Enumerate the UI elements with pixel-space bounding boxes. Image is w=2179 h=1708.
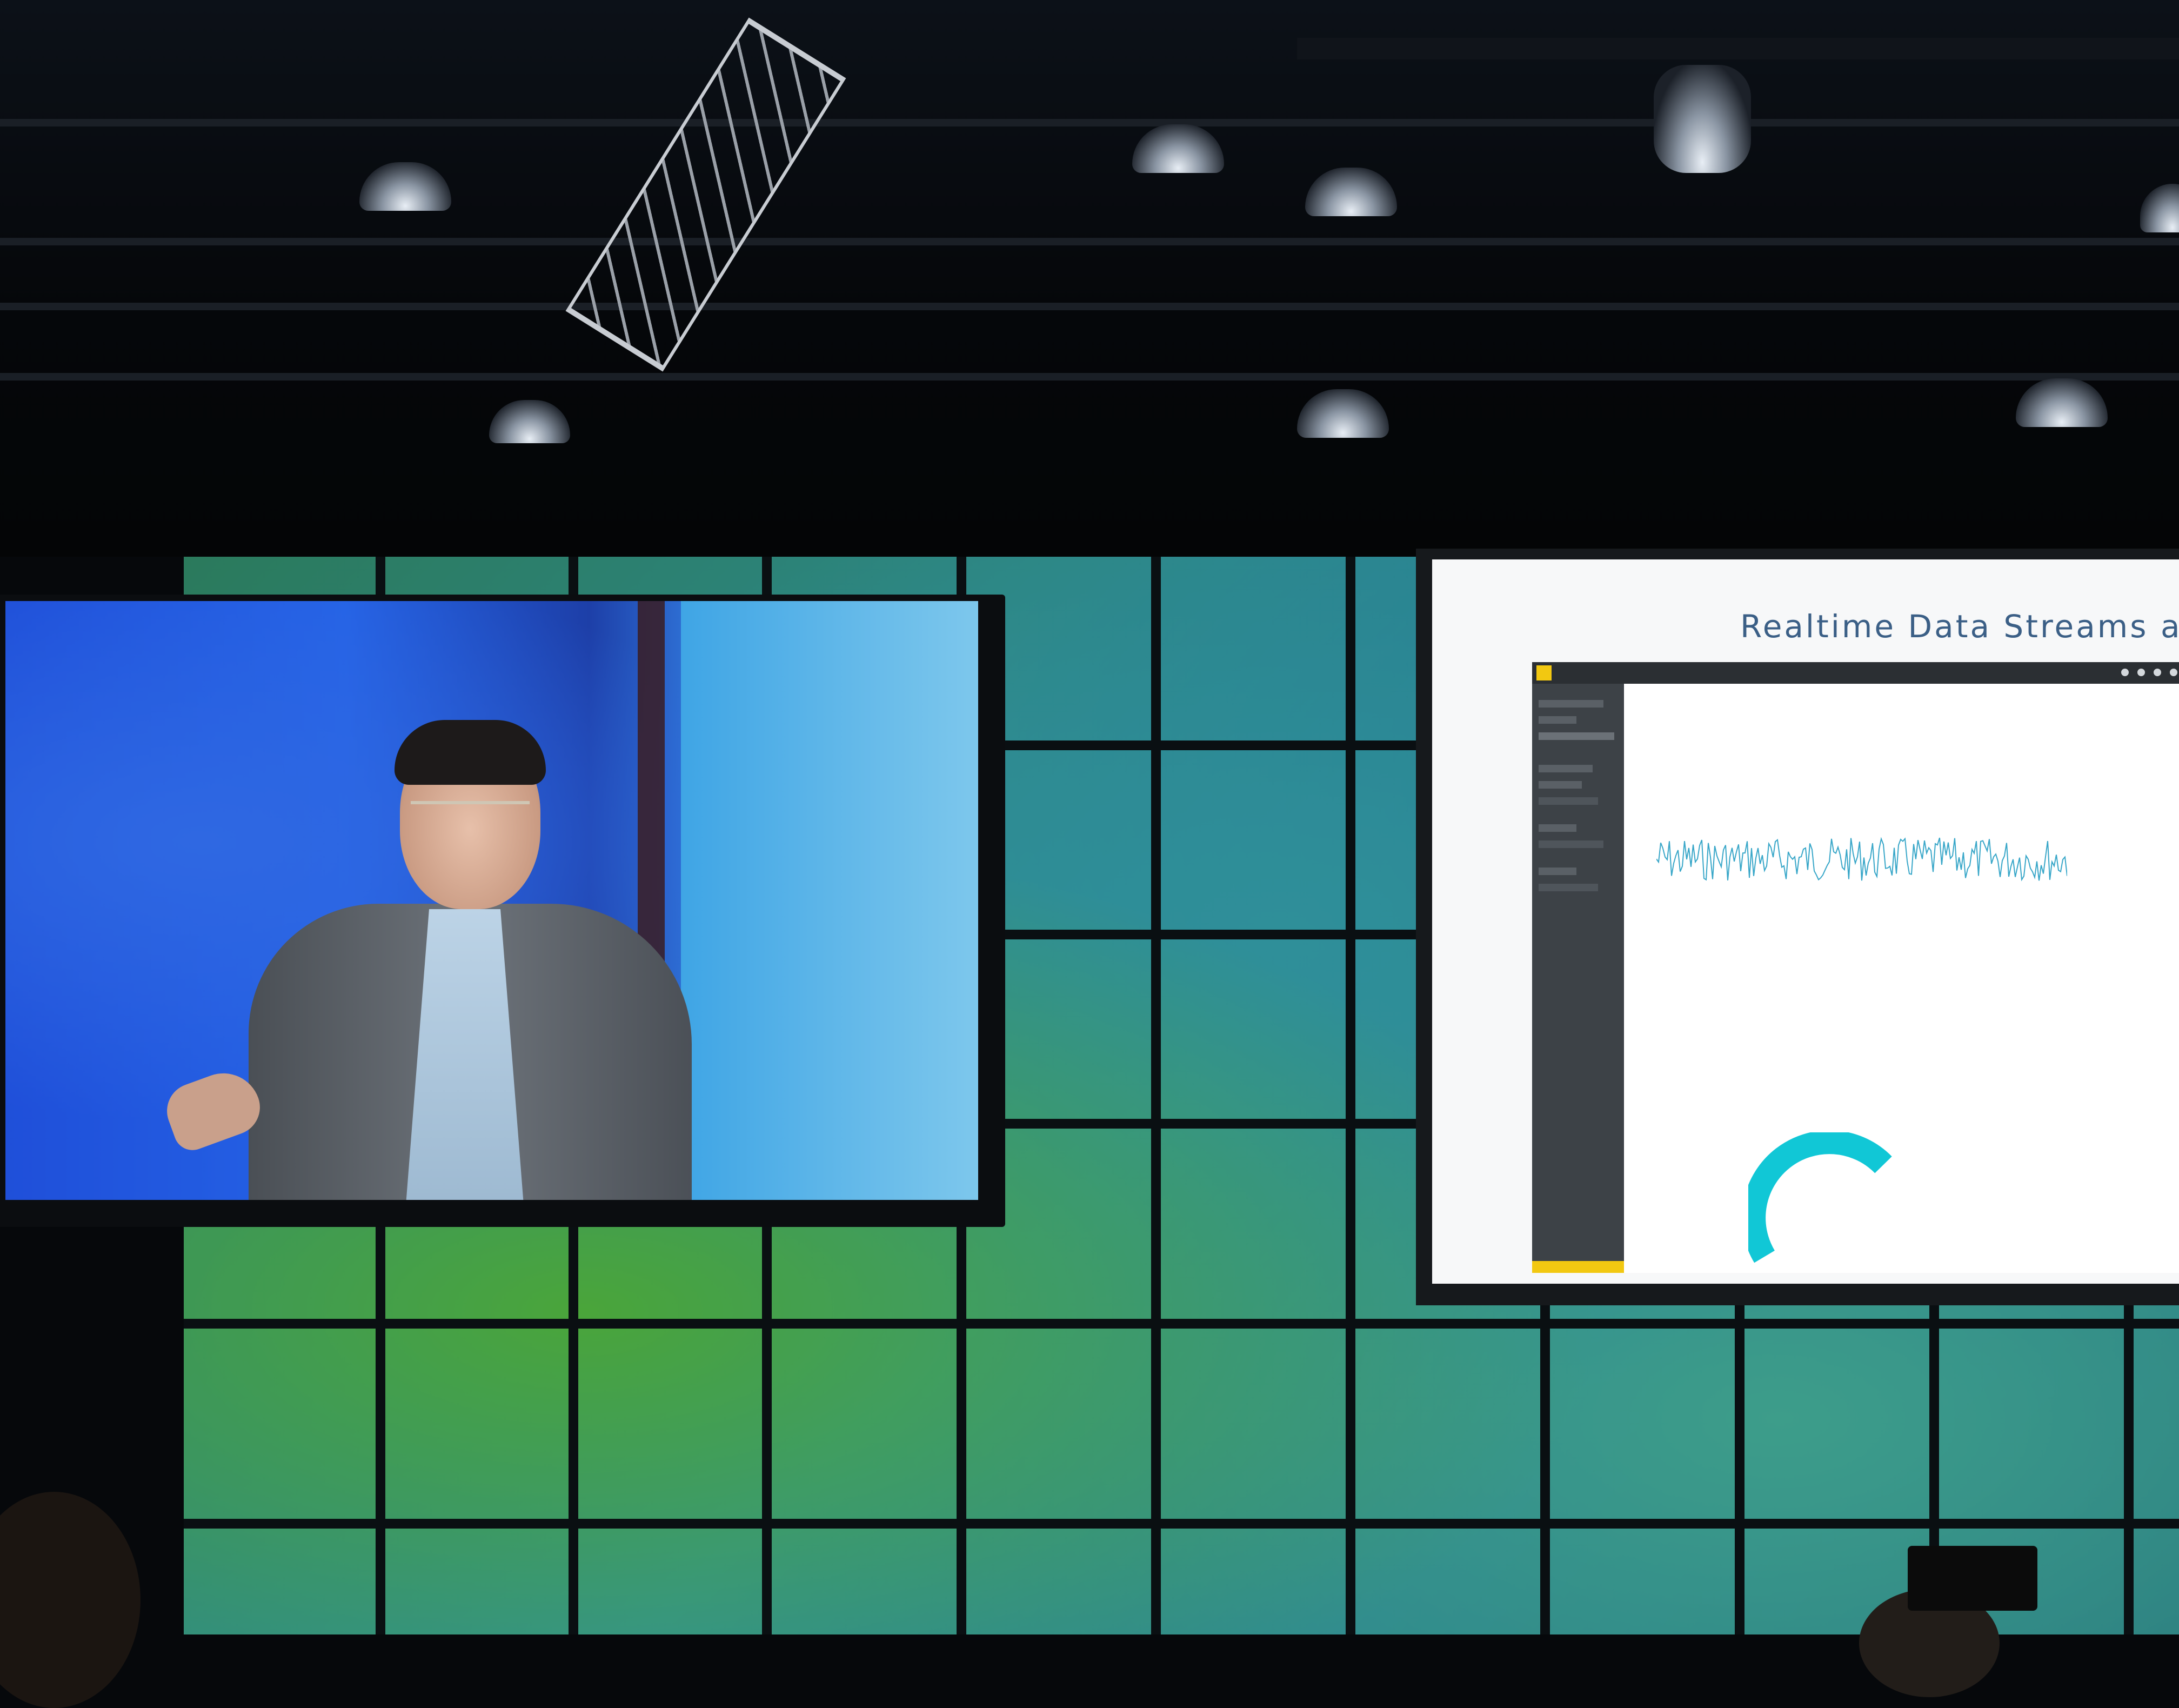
- truss-beam: [0, 119, 2179, 126]
- nav-item[interactable]: [1539, 868, 1576, 875]
- power-bi-logo-icon: [1536, 665, 1552, 680]
- presenter-hair: [395, 720, 546, 785]
- truss-beam: [0, 303, 2179, 310]
- dashboard-canvas: [1624, 684, 2179, 1273]
- nav-item[interactable]: [1539, 840, 1603, 848]
- stage-light-icon: [489, 400, 570, 443]
- camera-feed: [5, 601, 978, 1200]
- stage-light-icon: [2140, 184, 2179, 232]
- nav-item[interactable]: [1539, 732, 1614, 740]
- ceiling-rig: [0, 0, 2179, 557]
- truss-beam: [0, 373, 2179, 381]
- app-titlebar: [1532, 662, 2179, 684]
- gauge-arc: [1748, 1132, 1892, 1263]
- nav-item[interactable]: [1539, 700, 1603, 708]
- event-stage-photo: Realtime Data Streams a: [0, 0, 2179, 1708]
- nav-item[interactable]: [1539, 884, 1598, 891]
- nav-item[interactable]: [1539, 716, 1576, 724]
- nav-item[interactable]: [1539, 781, 1582, 789]
- camera-monitor-icon: [1908, 1546, 2037, 1611]
- slide: Realtime Data Streams a: [1432, 559, 2179, 1284]
- speaker-video-screen: [0, 595, 1005, 1227]
- stage-light-icon: [1132, 124, 1224, 173]
- stream-series-line: [1656, 837, 2067, 882]
- audience-head: [0, 1492, 141, 1708]
- glasses-icon: [411, 801, 530, 826]
- stage-light-icon: [1305, 168, 1397, 216]
- streaming-line-chart: [1656, 837, 2067, 882]
- settings-icon[interactable]: [2121, 669, 2129, 676]
- nav-item[interactable]: [1539, 824, 1576, 832]
- help-icon[interactable]: [2154, 669, 2161, 676]
- truss-beam: [1297, 38, 2179, 59]
- download-icon[interactable]: [2137, 669, 2145, 676]
- nav-item[interactable]: [1539, 765, 1593, 772]
- stage-light-icon: [2016, 378, 2108, 427]
- gauge-chart: [1748, 1132, 1892, 1263]
- truss-beam: [0, 238, 2179, 245]
- smiley-icon[interactable]: [2170, 669, 2177, 676]
- lighting-truss: [565, 17, 846, 372]
- presentation-screen: Realtime Data Streams a: [1416, 549, 2179, 1305]
- moving-head-light-icon: [1654, 65, 1751, 173]
- stage-light-icon: [1297, 389, 1389, 438]
- slide-title: Realtime Data Streams a: [1740, 608, 2179, 645]
- stage-light-icon: [359, 162, 451, 211]
- nav-item[interactable]: [1539, 797, 1598, 805]
- presenter: [159, 720, 697, 1200]
- nav-footer: [1532, 1261, 1624, 1273]
- app-window: [1532, 662, 2179, 1273]
- nav-pane: [1532, 684, 1624, 1273]
